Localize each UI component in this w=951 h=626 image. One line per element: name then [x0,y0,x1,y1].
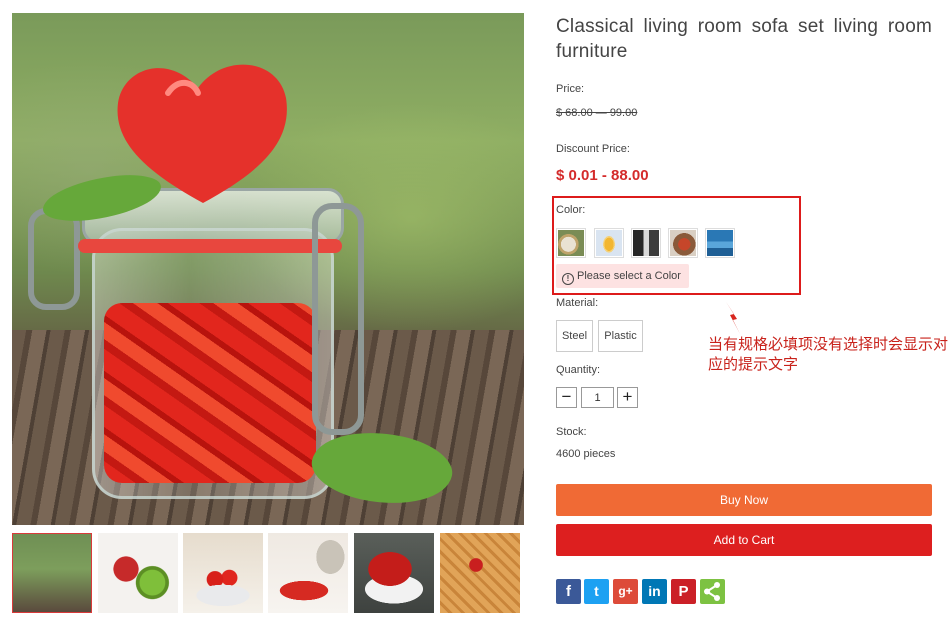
quantity-decrease-button[interactable]: − [556,387,577,408]
color-swatch-3[interactable] [631,228,661,258]
gallery-thumbnail-3[interactable] [183,533,263,613]
gallery-thumbnail-1[interactable] [12,533,92,613]
annotation-note: 当有规格必填项没有选择时会显示对应的提示文字 [708,335,949,373]
exclamation-icon: ! [562,273,574,285]
main-product-image[interactable] [12,13,524,525]
buy-now-button[interactable]: Buy Now [556,484,932,516]
color-swatch-1[interactable] [556,228,586,258]
gallery-thumbnail-6[interactable] [440,533,520,613]
annotation-arrow-icon [726,302,740,334]
discount-price-label: Discount Price: [556,143,630,155]
discount-price: $ 0.01 - 88.00 [556,167,649,184]
color-required-warning: ! Please select a Color [556,264,689,288]
jar-clamp-left [28,208,80,310]
material-label: Material: [556,297,599,309]
pinterest-icon[interactable]: P [671,579,696,604]
heart-icon [117,64,287,203]
color-label: Color: [556,204,586,216]
quantity-increase-button[interactable]: + [617,387,638,408]
original-price: $ 68.00 — 99.00 [556,107,638,119]
share-icon[interactable] [700,579,725,604]
facebook-icon[interactable]: f [556,579,581,604]
quantity-label: Quantity: [556,364,601,376]
jar-rubber-ring [78,239,342,253]
gallery-thumbnail-2[interactable] [98,533,178,613]
color-swatch-5[interactable] [705,228,735,258]
stock-label: Stock: [556,426,587,438]
add-to-cart-button[interactable]: Add to Cart [556,524,932,556]
gallery-thumbnail-4[interactable] [268,533,348,613]
stock-value: 4600 pieces [556,448,616,460]
warning-text: Please select a Color [577,270,681,282]
twitter-icon[interactable]: t [584,579,609,604]
color-swatch-4[interactable] [668,228,698,258]
material-option-steel[interactable]: Steel [556,320,593,352]
google-plus-icon[interactable]: g+ [613,579,638,604]
product-title: Classical living room sofa set living ro… [556,16,932,62]
material-option-plastic[interactable]: Plastic [598,320,643,352]
quantity-input[interactable] [581,387,614,408]
jar-clamp-right [312,203,364,435]
color-swatch-2[interactable] [594,228,624,258]
price-label: Price: [556,83,585,95]
jar-contents [104,303,316,483]
gallery-thumbnail-5[interactable] [354,533,434,613]
linkedin-icon[interactable]: in [642,579,667,604]
